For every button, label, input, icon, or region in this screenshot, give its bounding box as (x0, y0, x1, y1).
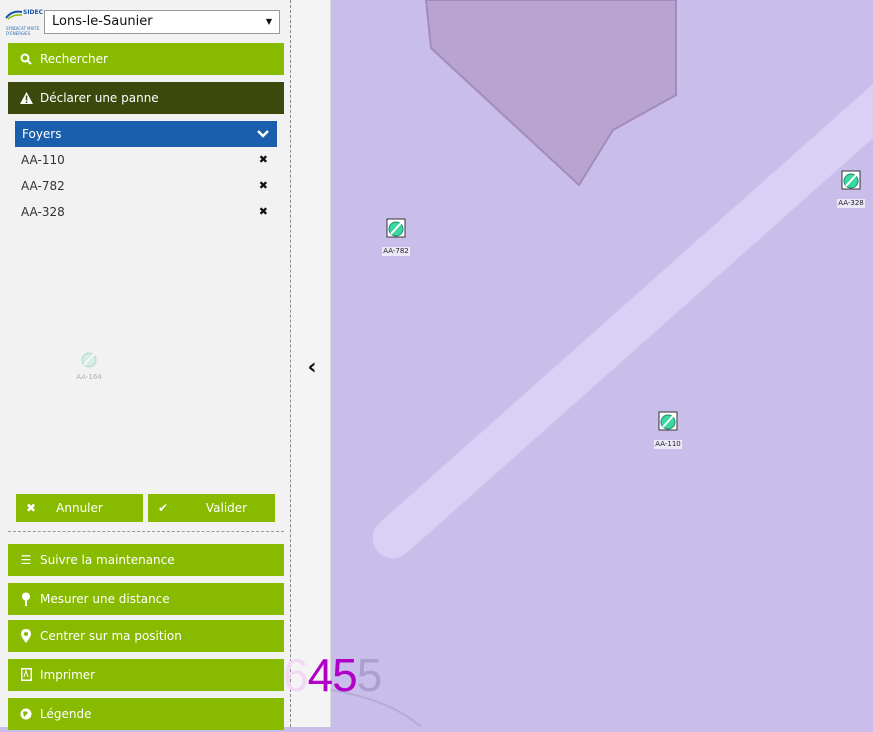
building-shape (424, 0, 677, 187)
map-marker-aa-110[interactable]: AA-110 (653, 411, 683, 450)
map-marker-aa-328[interactable]: AA-328 (836, 170, 866, 209)
location-icon (19, 620, 33, 655)
print-button[interactable]: Imprimer (8, 659, 284, 691)
list-item: AA-328 ✖ (15, 200, 277, 224)
remove-icon[interactable]: ✖ (259, 148, 268, 172)
city-select[interactable]: Lons-le-Saunier ▼ (44, 10, 280, 34)
map-view[interactable]: AA-782 AA-328 AA-110 (331, 0, 873, 727)
overlay-number: 6455 (283, 649, 382, 701)
sidec-logo: SIDEC SYNDICAT MIXTE D'ENERGIES (5, 9, 44, 36)
remove-icon[interactable]: ✖ (259, 174, 268, 198)
topbar: SIDEC SYNDICAT MIXTE D'ENERGIES Lons-le-… (4, 6, 284, 38)
map-marker-aa-782[interactable]: AA-782 (381, 218, 411, 257)
streetlight-icon (658, 411, 678, 431)
validate-button[interactable]: ✔ Valider (148, 494, 275, 522)
city-select-value: Lons-le-Saunier (52, 14, 153, 29)
divider (8, 531, 284, 532)
declare-outage-button[interactable]: Déclarer une panne (8, 82, 284, 114)
marker-label: AA-328 (837, 199, 865, 208)
remove-icon[interactable]: ✖ (259, 200, 268, 224)
list-item: AA-110 ✖ (15, 148, 277, 172)
streetlight-icon (386, 218, 406, 238)
collapse-sidebar-button[interactable]: ‹ (303, 357, 321, 379)
streetlight-icon (81, 352, 97, 368)
search-icon (19, 43, 33, 77)
chevron-down-icon (257, 121, 269, 148)
map-pin-icon (19, 583, 33, 618)
pdf-icon (19, 659, 33, 693)
caret-down-icon: ▼ (265, 17, 272, 26)
faded-streetlight-marker: AA-164 (72, 349, 106, 381)
warning-icon (19, 82, 33, 116)
list-item: AA-782 ✖ (15, 174, 277, 198)
list-icon: ☰ (20, 553, 32, 567)
foyers-dropdown[interactable]: Foyers (15, 121, 277, 147)
marker-label: AA-782 (382, 247, 410, 256)
legend-button[interactable]: Légende (8, 698, 284, 730)
sidebar: SIDEC SYNDICAT MIXTE D'ENERGIES Lons-le-… (0, 0, 291, 730)
measure-distance-button[interactable]: Mesurer une distance (8, 583, 284, 615)
map-background (331, 0, 873, 727)
search-button[interactable]: Rechercher (8, 43, 284, 75)
center-position-button[interactable]: Centrer sur ma position (8, 620, 284, 652)
check-icon: ✔ (158, 501, 169, 515)
marker-label: AA-110 (654, 440, 682, 449)
cancel-button[interactable]: ✖ Annuler (16, 494, 143, 522)
maintenance-button[interactable]: ☰ Suivre la maintenance (8, 544, 284, 576)
streetlight-icon (841, 170, 861, 190)
